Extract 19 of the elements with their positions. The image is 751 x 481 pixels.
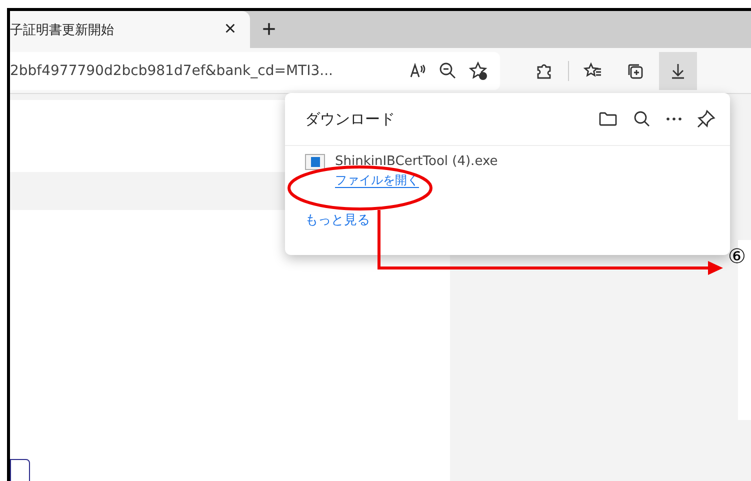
pin-icon — [696, 109, 716, 129]
step-number: ⑥ — [728, 244, 746, 268]
add-favorite-icon — [468, 60, 488, 80]
panel-title: ダウンロード — [305, 110, 396, 128]
search-icon — [632, 109, 652, 129]
more-icon — [666, 117, 682, 121]
new-tab-button[interactable]: + — [250, 11, 288, 48]
input-field[interactable] — [10, 459, 30, 481]
browser-tab[interactable]: 子証明書更新開始 × — [10, 11, 250, 48]
open-file-link[interactable]: ファイルを開く — [335, 173, 419, 188]
close-tab-button[interactable]: × — [220, 18, 240, 41]
downloads-button[interactable] — [659, 52, 697, 90]
see-more-link[interactable]: もっと見る — [305, 211, 370, 229]
url-text: 2bbf4977790d2bcb981d7ef&bank_cd=MTI3... — [10, 62, 334, 78]
zoom-out-icon — [438, 60, 458, 80]
file-name: ShinkinIBCertTool (4).exe — [335, 154, 498, 169]
tab-title: 子証明書更新開始 — [10, 22, 114, 38]
address-bar[interactable]: 2bbf4977790d2bcb981d7ef&bank_cd=MTI3... — [10, 52, 500, 90]
program-file-icon — [305, 154, 325, 170]
